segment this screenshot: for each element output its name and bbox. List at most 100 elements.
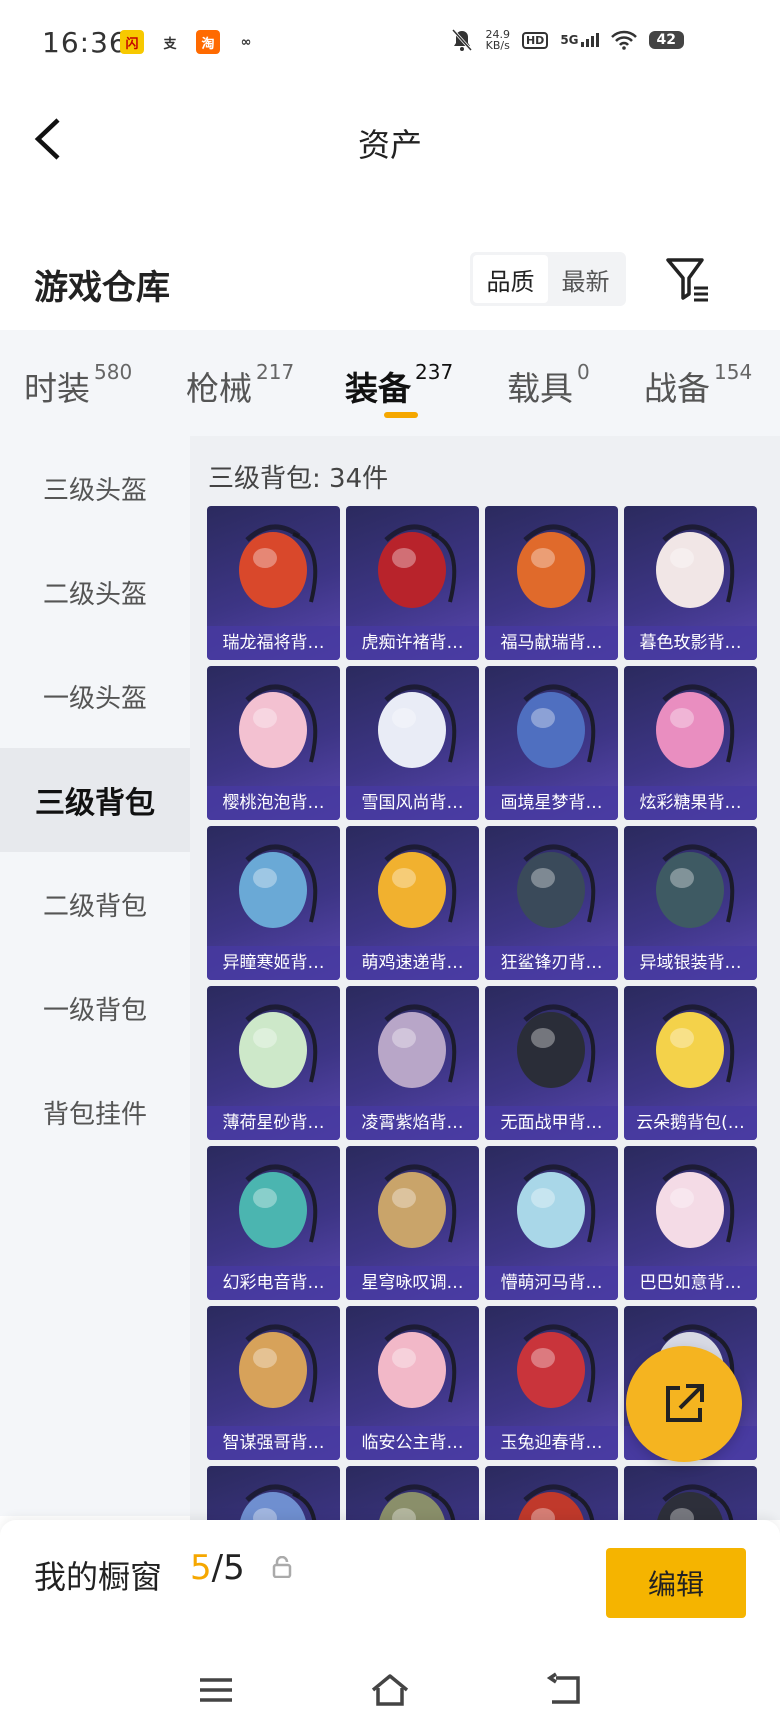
mute-bell-icon bbox=[452, 28, 473, 52]
backpack-image-icon bbox=[518, 1484, 595, 1520]
backpack-item-card[interactable]: 无面战甲背… bbox=[485, 986, 618, 1140]
item-count-label: 三级背包: 34件 bbox=[208, 464, 389, 494]
backpack-item-card[interactable]: 异域银装背… bbox=[624, 826, 757, 980]
backpack-image-icon bbox=[378, 1004, 457, 1088]
backpack-item-name: 幻彩电音背… bbox=[207, 1266, 340, 1300]
backpack-image-icon bbox=[378, 1324, 457, 1408]
backpack-item-name: 虎痴许褚背… bbox=[346, 626, 479, 660]
backpack-item-name: 凌霄紫焰背… bbox=[346, 1106, 479, 1140]
backpack-image-icon bbox=[517, 1324, 596, 1408]
sidebar-item-level3-backpack[interactable]: 三级背包 bbox=[0, 748, 190, 852]
sort-newest-button[interactable]: 最新 bbox=[548, 255, 623, 303]
filter-icon[interactable] bbox=[664, 254, 712, 304]
backpack-item-card[interactable] bbox=[207, 1466, 340, 1520]
backpack-item-name: 巴巴如意背… bbox=[624, 1266, 757, 1300]
backpack-item-card[interactable]: 星穹咏叹调… bbox=[346, 1146, 479, 1300]
backpack-image-icon bbox=[657, 1484, 734, 1520]
backpack-item-card[interactable]: 福马献瑞背… bbox=[485, 506, 618, 660]
backpack-image-icon bbox=[239, 1324, 318, 1408]
backpack-item-card[interactable]: 薄荷星砂背… bbox=[207, 986, 340, 1140]
backpack-item-card[interactable]: 异瞳寒姬背… bbox=[207, 826, 340, 980]
status-app-icons: 闪支淘 ∞ bbox=[120, 30, 258, 54]
backpack-item-card[interactable]: 虎痴许褚背… bbox=[346, 506, 479, 660]
backpack-item-card[interactable]: 樱桃泡泡背… bbox=[207, 666, 340, 820]
backpack-image-icon bbox=[656, 1164, 735, 1248]
backpack-item-card[interactable]: 炫彩糖果背… bbox=[624, 666, 757, 820]
backpack-item-name: 异域银装背… bbox=[624, 946, 757, 980]
back-return-icon[interactable] bbox=[544, 1672, 584, 1708]
backpack-item-name: 福马献瑞背… bbox=[485, 626, 618, 660]
backpack-item-card[interactable]: 幻彩电音背… bbox=[207, 1146, 340, 1300]
sidebar-item-level3-helmet[interactable]: 三级头盔 bbox=[0, 436, 190, 540]
backpack-item-card[interactable]: 智谋强哥背… bbox=[207, 1306, 340, 1460]
backpack-item-card[interactable]: 临安公主背… bbox=[346, 1306, 479, 1460]
sidebar-item-backpack-charm[interactable]: 背包挂件 bbox=[0, 1060, 190, 1164]
backpack-item-card[interactable] bbox=[485, 1466, 618, 1520]
backpack-item-card[interactable]: 暮色玫影背… bbox=[624, 506, 757, 660]
backpack-item-card[interactable]: 狂鲨锋刃背… bbox=[485, 826, 618, 980]
status-indicators: 24.9 KB/s HD 5G 42 bbox=[451, 28, 684, 52]
backpack-item-name: 瑞龙福将背… bbox=[207, 626, 340, 660]
backpack-image-icon bbox=[240, 1484, 317, 1520]
sidebar-item-level1-helmet[interactable]: 一级头盔 bbox=[0, 644, 190, 748]
backpack-image-icon bbox=[239, 844, 318, 928]
backpack-image-icon bbox=[378, 844, 457, 928]
news-app-icon: 闪 bbox=[120, 30, 144, 54]
backpack-item-card[interactable]: 玉兔迎春背… bbox=[485, 1306, 618, 1460]
backpack-image-icon bbox=[517, 844, 596, 928]
backpack-item-card[interactable] bbox=[624, 1466, 757, 1520]
active-tab-indicator bbox=[384, 412, 418, 418]
sidebar-item-level2-helmet[interactable]: 二级头盔 bbox=[0, 540, 190, 644]
share-export-icon bbox=[666, 1384, 704, 1422]
tab-fashion[interactable]: 时装 580 bbox=[24, 360, 132, 410]
lock-icon bbox=[272, 1556, 292, 1578]
backpack-item-card[interactable] bbox=[346, 1466, 479, 1520]
tab-equipment[interactable]: 装备 237 bbox=[345, 360, 453, 410]
home-icon[interactable] bbox=[370, 1672, 410, 1708]
tab-vehicles[interactable]: 载具 0 bbox=[507, 360, 590, 410]
backpack-item-name: 玉兔迎春背… bbox=[485, 1426, 618, 1460]
showcase-label: 我的橱窗 bbox=[34, 1558, 163, 1596]
showcase-count: 5/5 bbox=[190, 1548, 245, 1588]
backpack-image-icon bbox=[378, 684, 457, 768]
alipay-icon: 支 bbox=[158, 30, 182, 54]
sidebar-item-level2-backpack[interactable]: 二级背包 bbox=[0, 852, 190, 956]
network-rate: 24.9 KB/s bbox=[485, 28, 510, 52]
page-title: 资产 bbox=[357, 126, 422, 164]
backpack-item-name: 暮色玫影背… bbox=[624, 626, 757, 660]
sidebar-item-level1-backpack[interactable]: 一级背包 bbox=[0, 956, 190, 1060]
share-fab-button[interactable] bbox=[626, 1346, 742, 1462]
backpack-image-icon bbox=[239, 524, 318, 608]
backpack-item-name: 萌鸡速递背… bbox=[346, 946, 479, 980]
backpack-item-card[interactable]: 瑞龙福将背… bbox=[207, 506, 340, 660]
sort-toggle: 品质 最新 bbox=[470, 252, 626, 306]
backpack-item-name: 星穹咏叹调… bbox=[346, 1266, 479, 1300]
backpack-image-icon bbox=[517, 1164, 596, 1248]
sort-quality-button[interactable]: 品质 bbox=[473, 255, 548, 303]
backpack-item-name: 临安公主背… bbox=[346, 1426, 479, 1460]
backpack-item-name: 懵萌河马背… bbox=[485, 1266, 618, 1300]
backpack-item-name: 画境星梦背… bbox=[485, 786, 618, 820]
backpack-item-card[interactable]: 巴巴如意背… bbox=[624, 1146, 757, 1300]
backpack-image-icon bbox=[517, 684, 596, 768]
signal-5g-icon: 5G bbox=[560, 33, 599, 47]
backpack-item-card[interactable]: 萌鸡速递背… bbox=[346, 826, 479, 980]
link-app-icon: ∞ bbox=[234, 30, 258, 54]
backpack-item-card[interactable]: 画境星梦背… bbox=[485, 666, 618, 820]
tab-firearms[interactable]: 枪械 217 bbox=[186, 360, 294, 410]
backpack-image-icon bbox=[239, 1164, 318, 1248]
backpack-item-card[interactable]: 凌霄紫焰背… bbox=[346, 986, 479, 1140]
showcase-bar: 我的橱窗 5/5 编辑 bbox=[0, 1520, 780, 1620]
battery-indicator: 42 bbox=[648, 31, 684, 49]
backpack-image-icon bbox=[378, 524, 457, 608]
menu-icon[interactable] bbox=[196, 1672, 236, 1708]
backpack-item-name: 雪国风尚背… bbox=[346, 786, 479, 820]
backpack-item-card[interactable]: 雪国风尚背… bbox=[346, 666, 479, 820]
backpack-item-card[interactable]: 懵萌河马背… bbox=[485, 1146, 618, 1300]
taobao-icon: 淘 bbox=[196, 30, 220, 54]
hd-badge: HD bbox=[521, 31, 549, 49]
backpack-item-card[interactable]: 云朵鹅背包(… bbox=[624, 986, 757, 1140]
backpack-image-icon bbox=[656, 844, 735, 928]
tab-supplies[interactable]: 战备 154 bbox=[644, 360, 752, 410]
edit-button[interactable]: 编辑 bbox=[606, 1548, 746, 1618]
